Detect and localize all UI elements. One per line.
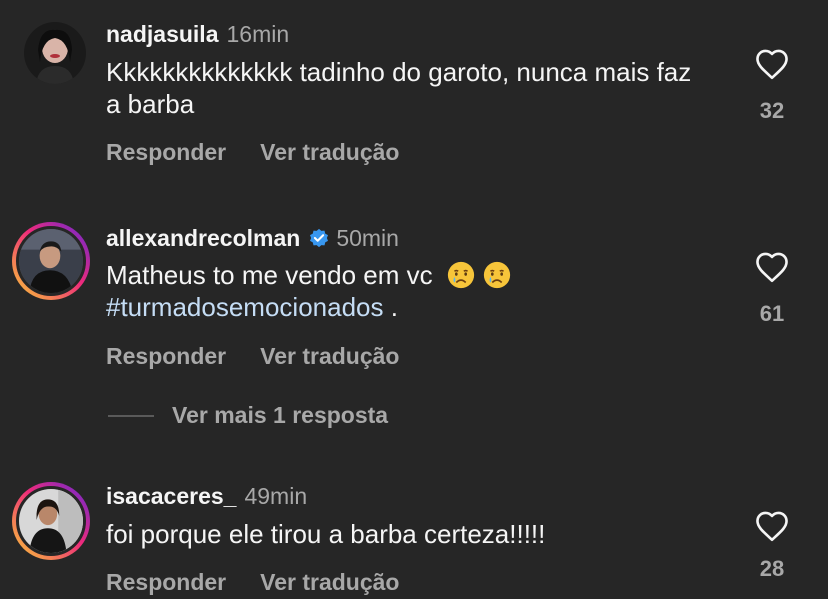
reply-button[interactable]: Responder [106, 568, 226, 596]
like-count: 32 [759, 98, 785, 123]
heart-outline-icon[interactable] [754, 510, 790, 542]
reply-button[interactable]: Responder [106, 342, 226, 370]
like-control: 61 [752, 251, 792, 327]
divider-line [108, 414, 154, 417]
comment-text: foi porque ele tirou a barba certeza!!!!… [106, 519, 546, 549]
comment-header: isacaceres_ 49min [106, 482, 307, 510]
timestamp: 49min [244, 483, 308, 509]
avatar-inner [16, 486, 86, 556]
crying-face-emoji-icon [447, 261, 474, 289]
avatar[interactable] [24, 22, 86, 84]
crying-face-emoji-icon [483, 261, 510, 289]
avatar[interactable] [12, 482, 90, 560]
heart-outline-icon[interactable] [754, 251, 790, 283]
like-control: 32 [752, 48, 792, 124]
comment-text-trailing: . [383, 292, 398, 322]
comment-header: nadjasuila 16min [106, 20, 289, 48]
comment-header: allexandrecolman 50min [106, 224, 399, 252]
verified-badge-icon [310, 228, 329, 248]
view-more-replies-button[interactable]: Ver mais 1 resposta [108, 402, 388, 429]
comment-actions: Responder Ver tradução [106, 138, 433, 166]
translate-button[interactable]: Ver tradução [260, 568, 399, 596]
comment-actions: Responder Ver tradução [106, 568, 433, 596]
comment-text: Kkkkkkkkkkkkkk tadinho do garoto, nunca … [106, 57, 692, 119]
like-control: 28 [752, 510, 792, 582]
timestamp: 50min [336, 225, 399, 251]
comment-text-body: Matheus to me vendo em vc [106, 260, 433, 290]
reply-button[interactable]: Responder [106, 138, 226, 166]
translate-button[interactable]: Ver tradução [260, 342, 399, 370]
translate-button[interactable]: Ver tradução [260, 138, 399, 166]
username[interactable]: nadjasuila [106, 20, 218, 48]
username[interactable]: allexandrecolman [106, 224, 300, 252]
like-count: 61 [759, 301, 785, 326]
timestamp: 16min [226, 21, 290, 47]
avatar[interactable] [12, 222, 90, 300]
comment-text: Matheus to me vendo em vc #turmadosemoci… [106, 259, 706, 323]
username[interactable]: isacaceres_ [106, 482, 236, 510]
avatar-image [19, 229, 83, 293]
heart-outline-icon[interactable] [754, 48, 790, 80]
avatar-image [19, 489, 83, 553]
avatar-image [24, 22, 86, 84]
view-more-replies-label: Ver mais 1 resposta [172, 402, 389, 428]
like-count: 28 [759, 556, 785, 581]
comment-actions: Responder Ver tradução [106, 342, 433, 370]
hashtag-link[interactable]: #turmadosemocionados [106, 292, 384, 322]
comments-screen: nadjasuila 16min Kkkkkkkkkkkkkk tadinho … [0, 0, 828, 599]
avatar-inner [16, 226, 86, 296]
